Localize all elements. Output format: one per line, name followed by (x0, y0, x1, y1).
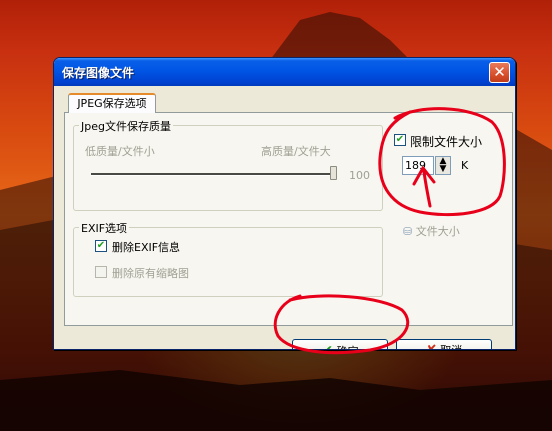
filesize-button[interactable]: ⛁ 文件大小 (403, 223, 460, 239)
size-input[interactable]: 189 (402, 156, 434, 175)
tab-jpeg-options[interactable]: JPEG保存选项 (68, 93, 156, 113)
quality-slider-thumb[interactable] (330, 166, 337, 180)
cancel-button[interactable]: ✘ 取消 (396, 339, 492, 349)
disk-icon: ⛁ (403, 225, 413, 238)
ok-button[interactable]: ✔ 确定 (292, 339, 388, 349)
size-spinner[interactable]: ▲ ▼ (435, 156, 451, 175)
filesize-button-label: 文件大小 (415, 225, 460, 238)
close-button[interactable]: ✕ (489, 62, 510, 83)
ok-button-label: 确定 (337, 345, 359, 349)
exif-group (73, 227, 383, 297)
delete-exif-checkbox[interactable]: ✔ (95, 240, 107, 252)
quality-group-title: Jpeg文件保存质量 (79, 118, 173, 134)
window-title: 保存图像文件 (62, 66, 135, 80)
cancel-button-label: 取消 (440, 344, 462, 349)
delete-thumbnail-checkbox[interactable] (95, 266, 107, 278)
quality-slider-track[interactable] (91, 173, 336, 176)
dialog-client-area: JPEG保存选项 Jpeg文件保存质量 低质量/文件小 高质量/文件大 100 … (57, 86, 513, 349)
delete-exif-label[interactable]: 删除EXIF信息 (112, 239, 180, 255)
checkmark-icon: ✔ (321, 343, 333, 349)
save-image-dialog: 保存图像文件 ✕ JPEG保存选项 Jpeg文件保存质量 低质量/文件小 高质量… (53, 57, 516, 350)
cross-icon: ✘ (426, 343, 437, 349)
high-quality-label: 高质量/文件大 (261, 145, 331, 158)
close-icon: ✕ (493, 63, 506, 81)
limit-size-checkbox[interactable]: ✔ (394, 134, 406, 146)
size-unit: K (461, 159, 469, 172)
quality-value: 100 (349, 169, 370, 182)
delete-thumbnail-label[interactable]: 删除原有缩略图 (112, 265, 189, 281)
exif-group-title: EXIF选项 (79, 220, 130, 236)
low-quality-label: 低质量/文件小 (85, 145, 155, 158)
title-bar[interactable]: 保存图像文件 ✕ (54, 58, 515, 86)
tab-panel: Jpeg文件保存质量 低质量/文件小 高质量/文件大 100 EXIF选项 ✔ … (64, 112, 513, 326)
spin-down-icon[interactable]: ▼ (436, 165, 450, 174)
limit-size-label[interactable]: 限制文件大小 (410, 133, 482, 150)
